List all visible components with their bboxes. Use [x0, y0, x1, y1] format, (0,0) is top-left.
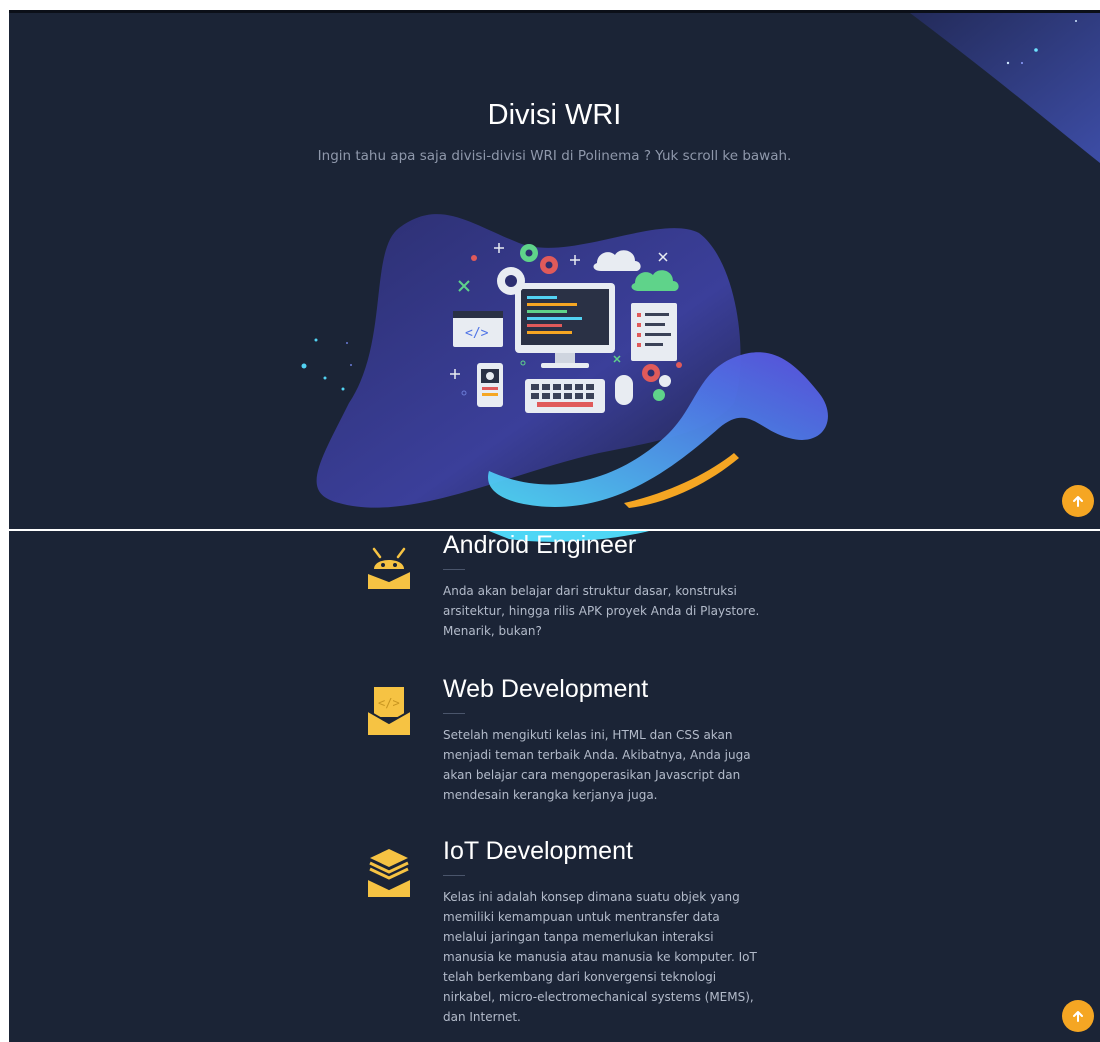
scroll-top-button[interactable] [1062, 1000, 1094, 1032]
computer-development-illustration: </> [301, 214, 828, 508]
division-description: Setelah mengikuti kelas ini, HTML dan CS… [443, 728, 751, 802]
title-underline [443, 569, 465, 570]
code-envelope-icon: </> [367, 687, 411, 735]
layers-stack-icon [367, 849, 411, 897]
page-subtitle: Ingin tahu apa saja divisi-divisi WRI di… [317, 148, 792, 164]
division-title: Android Engineer [443, 531, 637, 559]
division-title: Web Development [443, 675, 649, 703]
svg-text:</>: </> [465, 326, 489, 341]
page-title: Divisi WRI [487, 99, 622, 131]
division-iot: IoT Development Kelas ini adalah konsep … [364, 837, 784, 1037]
division-description: Kelas ini adalah konsep dimana suatu obj… [443, 890, 757, 1024]
division-android: Android Engineer Anda akan belajar dari … [364, 531, 784, 641]
window-top-edge [0, 0, 1100, 10]
svg-text:</>: </> [378, 696, 400, 710]
division-title: IoT Development [443, 837, 633, 865]
arrow-up-icon [1073, 1011, 1083, 1022]
android-icon [367, 547, 411, 589]
title-underline [443, 875, 465, 876]
arrow-up-icon [1073, 496, 1083, 507]
scroll-top-button[interactable] [1062, 485, 1094, 517]
division-web: </> Web Development Setelah mengikuti ke… [364, 675, 784, 815]
hero-section: Divisi WRI Ingin tahu apa saja divisi-di… [9, 10, 1100, 532]
division-description: Anda akan belajar dari struktur dasar, k… [443, 584, 760, 638]
divisions-section: Android Engineer Anda akan belajar dari … [9, 531, 1100, 1042]
title-underline [443, 713, 465, 714]
